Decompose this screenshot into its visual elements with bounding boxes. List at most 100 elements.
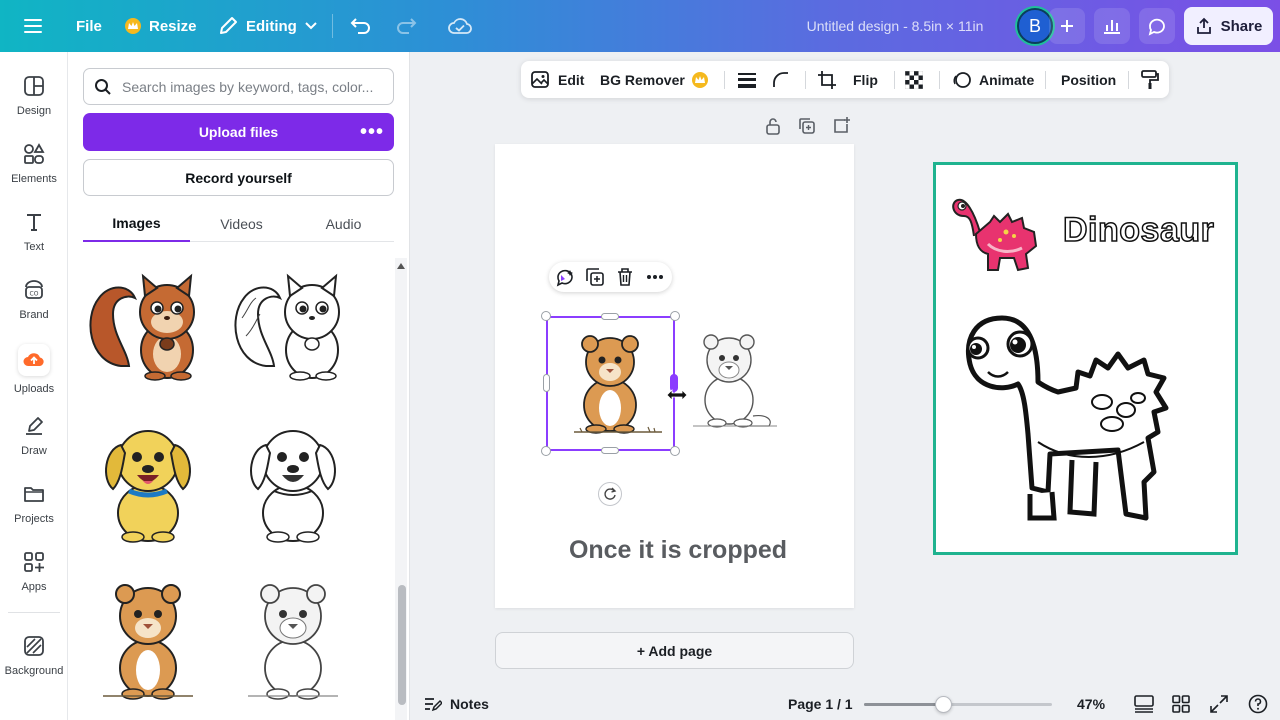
- panel-scrollbar[interactable]: [395, 258, 407, 720]
- resize-handle-bottom-right[interactable]: [670, 446, 680, 456]
- chevron-down-icon: [305, 22, 317, 30]
- document-title[interactable]: Untitled design - 8.5in × 11in: [790, 0, 1000, 52]
- search-input[interactable]: [122, 78, 382, 95]
- position-button[interactable]: Position: [1061, 61, 1116, 98]
- undo-button[interactable]: [350, 0, 372, 52]
- divider: [1045, 71, 1046, 89]
- rail-item-apps[interactable]: Apps: [0, 550, 68, 593]
- flip-button[interactable]: Flip: [853, 61, 878, 98]
- hamburger-icon: [24, 19, 42, 33]
- resize-handle-left[interactable]: [543, 374, 550, 392]
- grid-view-button[interactable]: [1172, 688, 1190, 720]
- resize-button[interactable]: Resize: [125, 0, 197, 52]
- page-layout-button[interactable]: [1134, 688, 1154, 720]
- layout-icon: [22, 74, 46, 98]
- crown-icon: [125, 18, 141, 34]
- rail-item-text[interactable]: Text: [0, 210, 68, 253]
- image-search-box[interactable]: [83, 68, 394, 105]
- share-button[interactable]: Share: [1184, 7, 1273, 45]
- save-status-button[interactable]: [448, 0, 472, 52]
- record-yourself-button[interactable]: Record yourself: [83, 159, 394, 196]
- file-menu[interactable]: File: [76, 0, 102, 52]
- thumbnail-puppy-outline[interactable]: [228, 415, 358, 545]
- media-tabs: Images Videos Audio: [83, 206, 394, 242]
- resize-handle-top[interactable]: [601, 313, 619, 320]
- rail-item-uploads[interactable]: Uploads: [0, 344, 68, 395]
- duplicate-element-button[interactable]: [584, 266, 606, 288]
- copy-style-button[interactable]: [1141, 61, 1159, 98]
- resize-handle-bottom-left[interactable]: [541, 446, 551, 456]
- background-icon: [22, 634, 46, 658]
- resize-handle-top-right[interactable]: [670, 311, 680, 321]
- comments-button[interactable]: [1139, 8, 1175, 44]
- corner-radius-icon: [773, 71, 788, 87]
- resize-handle-top-left[interactable]: [541, 311, 551, 321]
- pink-dinosaur-image[interactable]: [950, 192, 1045, 274]
- thumbnail-squirrel-outline[interactable]: [228, 258, 358, 388]
- rail-item-draw[interactable]: Draw: [0, 414, 68, 457]
- tab-videos[interactable]: Videos: [190, 206, 293, 242]
- image-context-toolbar: Edit BG Remover Flip Animate Position: [521, 61, 1169, 98]
- help-icon: [1248, 694, 1268, 714]
- coloring-page-title[interactable]: Dinosaur: [1062, 208, 1223, 252]
- help-button[interactable]: [1248, 688, 1268, 720]
- crop-button[interactable]: [817, 61, 837, 98]
- tab-images[interactable]: Images: [83, 206, 190, 242]
- border-style-button[interactable]: [737, 61, 757, 98]
- rotate-handle[interactable]: [598, 482, 622, 506]
- add-page-button[interactable]: + Add page: [495, 632, 854, 669]
- tab-audio[interactable]: Audio: [293, 206, 394, 242]
- menu-button[interactable]: [24, 0, 44, 52]
- more-options-icon[interactable]: •••: [360, 113, 384, 151]
- resize-cursor-icon: [666, 389, 688, 401]
- invite-button[interactable]: [1049, 8, 1085, 44]
- page-caption-text[interactable]: Once it is cropped: [530, 530, 826, 570]
- corner-rounding-button[interactable]: [772, 61, 790, 98]
- thumbnail-cub-outline[interactable]: [228, 570, 358, 700]
- thumbnail-squirrel-color[interactable]: [83, 258, 213, 388]
- search-icon: [95, 78, 111, 95]
- animate-button[interactable]: Animate: [952, 61, 1034, 98]
- outline-dinosaur-image[interactable]: [958, 312, 1206, 528]
- add-page-icon[interactable]: [831, 116, 851, 136]
- bg-remover-button[interactable]: BG Remover: [600, 61, 708, 98]
- edit-image-button[interactable]: Edit: [531, 61, 584, 98]
- thumbnail-cub-color[interactable]: [83, 570, 213, 700]
- fullscreen-button[interactable]: [1210, 688, 1228, 720]
- scrollbar-thumb[interactable]: [398, 585, 406, 705]
- thumbnail-puppy-color[interactable]: [83, 415, 213, 545]
- resize-handle-bottom[interactable]: [601, 447, 619, 454]
- rail-item-design[interactable]: Design: [0, 74, 68, 117]
- page-indicator[interactable]: Page 1 / 1: [788, 688, 853, 720]
- zoom-slider-handle[interactable]: [934, 696, 952, 713]
- shapes-icon: [22, 142, 46, 166]
- line-weight-icon: [738, 72, 756, 88]
- text-icon: [22, 210, 46, 234]
- editing-mode-button[interactable]: Editing: [218, 0, 317, 52]
- notes-button[interactable]: Notes: [424, 688, 489, 720]
- user-avatar[interactable]: B: [1017, 8, 1053, 44]
- magic-edit-button[interactable]: [554, 266, 576, 288]
- rail-item-projects[interactable]: Projects: [0, 482, 68, 525]
- lock-icon[interactable]: [763, 116, 783, 136]
- zoom-slider[interactable]: [864, 696, 1052, 713]
- image-edit-icon: [531, 70, 549, 88]
- rail-item-brand[interactable]: CO Brand: [0, 278, 68, 321]
- duplicate-page-icon[interactable]: [797, 116, 817, 136]
- upload-files-button[interactable]: Upload files •••: [83, 113, 394, 151]
- page-actions: [763, 116, 851, 136]
- zoom-level[interactable]: 47%: [1077, 688, 1105, 720]
- more-options-button[interactable]: [644, 266, 666, 288]
- crop-icon: [818, 70, 836, 89]
- selection-frame[interactable]: [546, 316, 675, 451]
- rail-item-elements[interactable]: Elements: [0, 142, 68, 185]
- scroll-up-arrow-icon[interactable]: [397, 263, 405, 269]
- outline-cub-image[interactable]: [687, 330, 779, 430]
- insights-button[interactable]: [1094, 8, 1130, 44]
- delete-element-button[interactable]: [614, 266, 636, 288]
- transparency-icon: [905, 70, 923, 89]
- transparency-button[interactable]: [905, 61, 923, 98]
- redo-button[interactable]: [395, 0, 417, 52]
- uploads-panel: Upload files ••• Record yourself Images …: [68, 52, 410, 720]
- rail-item-background[interactable]: Background: [0, 634, 68, 677]
